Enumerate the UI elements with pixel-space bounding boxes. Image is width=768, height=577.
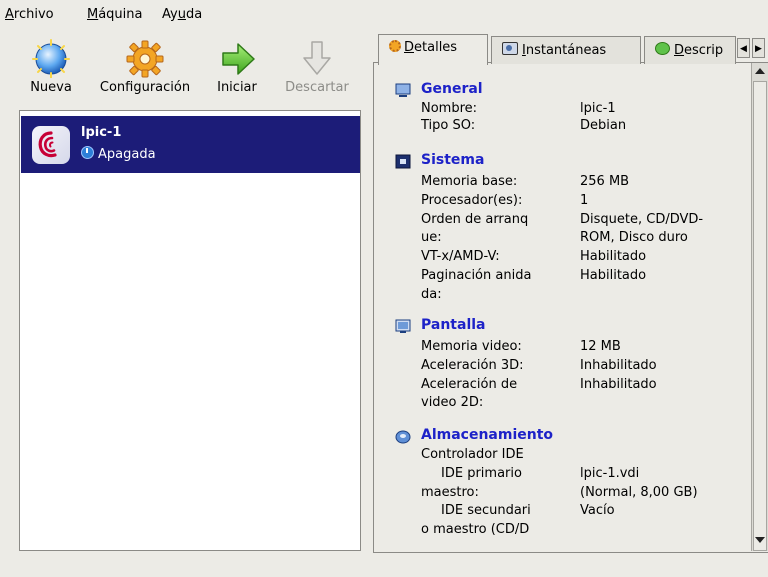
sistema-value: Habilitado xyxy=(580,249,647,264)
sistema-key: Orden de arranq xyxy=(421,212,529,227)
sistema-key: VT-x/AMD-V: xyxy=(421,249,500,264)
sistema-key: Procesador(es): xyxy=(421,193,523,208)
sistema-value: 256 MB xyxy=(580,174,630,189)
pantalla-key: Aceleración de xyxy=(421,377,518,392)
speech-bubble-icon xyxy=(655,42,670,55)
new-vm-label: Nueva xyxy=(30,80,72,95)
section-almacenamiento-title: Almacenamiento xyxy=(421,427,554,443)
debian-logo-icon xyxy=(32,126,70,164)
menu-bar: Archivo Máquina Ayuda xyxy=(0,0,768,28)
almacenamiento-key: maestro: xyxy=(421,485,479,500)
vm-list-item[interactable]: lpic-1 Apagada xyxy=(21,116,360,173)
scroll-thumb[interactable] xyxy=(753,81,767,551)
settings-button[interactable]: Configuración xyxy=(92,38,198,95)
sistema-key: ue: xyxy=(421,230,442,245)
pantalla-value: Inhabilitado xyxy=(580,358,657,373)
general-value: Debian xyxy=(580,118,627,133)
vm-name: lpic-1 xyxy=(81,125,122,140)
sistema-value: Habilitado xyxy=(580,268,647,283)
section-sistema-title: Sistema xyxy=(421,152,485,168)
section-general-title: General xyxy=(421,81,483,97)
power-off-icon xyxy=(81,146,94,159)
new-vm-icon xyxy=(32,39,70,78)
scroll-down-arrow[interactable] xyxy=(755,537,765,543)
almacenamiento-key: Controlador IDE xyxy=(421,447,524,462)
discard-arrow-icon xyxy=(303,41,331,75)
start-label: Iniciar xyxy=(217,80,257,95)
sistema-key: Paginación anida xyxy=(421,268,532,283)
pantalla-value: Inhabilitado xyxy=(580,377,657,392)
menu-maquina[interactable]: Máquina xyxy=(87,7,143,22)
start-arrow-icon xyxy=(222,43,255,75)
new-vm-button[interactable]: Nueva xyxy=(20,38,82,95)
vm-state: Apagada xyxy=(81,146,156,162)
menu-archivo[interactable]: Archivo xyxy=(5,7,54,22)
sistema-value: ROM, Disco duro xyxy=(580,230,688,245)
camera-icon xyxy=(502,42,518,55)
motherboard-icon xyxy=(395,154,411,169)
menu-ayuda[interactable]: Ayuda xyxy=(162,7,202,22)
general-key: Tipo SO: xyxy=(421,118,476,133)
start-button[interactable]: Iniciar xyxy=(211,38,263,95)
gear-small-icon xyxy=(389,40,401,52)
almacenamiento-value: (Normal, 8,00 GB) xyxy=(580,485,698,500)
pantalla-key: video 2D: xyxy=(421,395,484,410)
tab-descripcion[interactable]: Descrip xyxy=(644,36,736,64)
almacenamiento-value: Vacío xyxy=(580,503,615,518)
sistema-key: Memoria base: xyxy=(421,174,518,189)
pantalla-key: Aceleración 3D: xyxy=(421,358,524,373)
section-pantalla-title: Pantalla xyxy=(421,317,486,333)
discard-button[interactable]: Descartar xyxy=(277,38,357,95)
display-icon xyxy=(395,319,411,333)
hard-disk-icon xyxy=(395,430,411,444)
sistema-value: Disquete, CD/DVD- xyxy=(580,212,704,227)
vm-list[interactable]: lpic-1 Apagada xyxy=(19,110,361,551)
pantalla-value: 12 MB xyxy=(580,339,621,354)
monitor-icon xyxy=(395,83,411,97)
pantalla-key: Memoria video: xyxy=(421,339,522,354)
almacenamiento-value: lpic-1.vdi xyxy=(580,466,640,481)
almacenamiento-key: IDE secundari xyxy=(441,503,531,518)
general-key: Nombre: xyxy=(421,101,478,116)
sistema-key: da: xyxy=(421,287,442,302)
almacenamiento-key: o maestro (CD/D xyxy=(421,522,530,537)
almacenamiento-key: IDE primario xyxy=(441,466,522,481)
sistema-value: 1 xyxy=(580,193,589,208)
gear-icon xyxy=(126,40,164,78)
discard-label: Descartar xyxy=(285,80,349,95)
details-scrollbar[interactable] xyxy=(751,63,768,551)
tab-scroll-right[interactable]: ▶ xyxy=(752,38,765,58)
tab-instantaneas[interactable]: Instantáneas xyxy=(491,36,641,64)
scroll-up-arrow[interactable] xyxy=(755,68,765,74)
general-value: lpic-1 xyxy=(580,101,616,116)
settings-label: Configuración xyxy=(99,80,191,95)
tab-detalles[interactable]: Detalles xyxy=(378,34,488,65)
tab-scroll-left[interactable]: ◀ xyxy=(737,38,750,58)
